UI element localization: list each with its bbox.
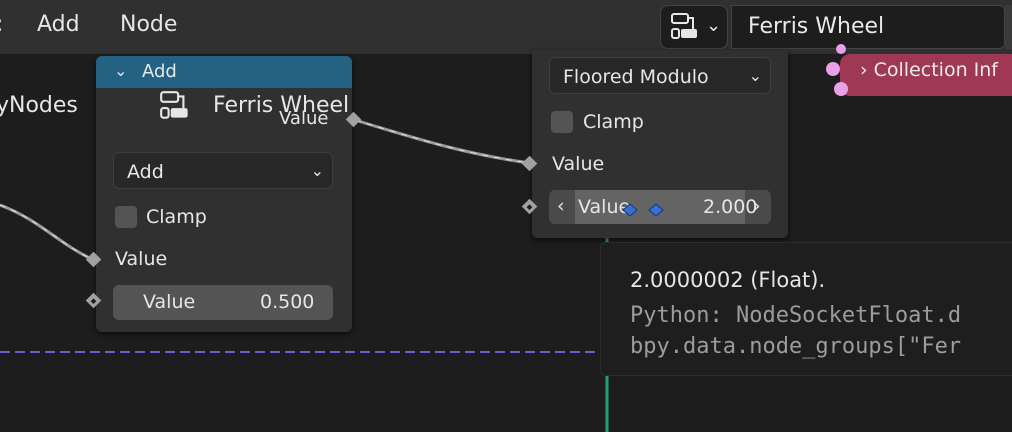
value-field-number: 2.000 xyxy=(703,196,758,218)
collapse-chevron-icon[interactable]: ⌄ xyxy=(114,61,127,80)
link-add-to-modulo xyxy=(354,118,531,165)
geometry-socket-2[interactable] xyxy=(834,82,848,96)
breadcrumb-parent: yNodes xyxy=(0,93,78,118)
chevron-left-icon[interactable]: ‹ xyxy=(557,195,565,217)
clamp-checkbox[interactable] xyxy=(115,206,137,228)
menu-fragment[interactable]: : xyxy=(0,12,3,37)
node-tree-name-field[interactable]: Ferris Wheel xyxy=(731,5,1005,49)
math-node-modulo[interactable]: Floored Modulo ⌄ Clamp Value ‹ Value 2.0… xyxy=(532,50,788,238)
input-value-label: Value xyxy=(115,248,168,270)
editor-header: : Add Node ⌄ Ferris Wheel xyxy=(0,0,1012,54)
value-number-field[interactable]: ‹ Value 2.000 › xyxy=(549,190,771,224)
collection-info-title: › Collection Inf xyxy=(860,59,998,81)
operation-dropdown-label: Floored Modulo xyxy=(563,66,709,88)
chevron-right-icon[interactable]: › xyxy=(753,195,761,217)
math-node-add-title: Add xyxy=(142,61,177,82)
chevron-down-icon: ⌄ xyxy=(706,15,722,36)
operation-dropdown-label: Add xyxy=(127,161,164,183)
clamp-checkbox[interactable] xyxy=(551,111,573,133)
node-tree-icon xyxy=(671,13,697,39)
menu-add[interactable]: Add xyxy=(37,12,80,37)
header-separator xyxy=(1005,5,1012,49)
tooltip-path-line: bpy.data.node_groups["Fer xyxy=(630,334,962,359)
input-value-label: Value xyxy=(552,153,605,175)
geometry-socket-1[interactable] xyxy=(826,62,840,76)
clamp-label: Clamp xyxy=(583,111,644,133)
link-into-add-node xyxy=(0,203,95,262)
tooltip-python-line: Python: NodeSocketFloat.d xyxy=(630,303,962,328)
clamp-label: Clamp xyxy=(146,206,207,228)
breadcrumb-current: Ferris Wheel xyxy=(213,93,350,118)
chevron-down-icon: ⌄ xyxy=(310,161,324,180)
node-tree-type-button[interactable]: ⌄ xyxy=(660,5,728,49)
cursor-drag-icon xyxy=(622,203,664,217)
chevron-down-icon: ⌄ xyxy=(748,66,762,85)
geometry-socket-top[interactable] xyxy=(836,44,846,54)
collection-info-node[interactable]: › Collection Inf xyxy=(840,54,1012,96)
tooltip-value-line: 2.0000002 (Float). xyxy=(630,268,826,292)
operation-dropdown[interactable]: Add ⌄ xyxy=(113,152,333,189)
value-field-label: Value xyxy=(143,291,196,313)
node-tree-icon xyxy=(160,91,188,119)
menu-node[interactable]: Node xyxy=(120,12,177,37)
tooltip: 2.0000002 (Float). Python: NodeSocketFlo… xyxy=(600,242,1012,376)
node-tree-name: Ferris Wheel xyxy=(748,14,885,39)
math-node-add-header[interactable]: ⌄ Add xyxy=(96,56,352,88)
value-field-number: 0.500 xyxy=(260,291,315,313)
operation-dropdown[interactable]: Floored Modulo ⌄ xyxy=(549,57,771,94)
value-number-field[interactable]: Value 0.500 xyxy=(113,285,333,320)
